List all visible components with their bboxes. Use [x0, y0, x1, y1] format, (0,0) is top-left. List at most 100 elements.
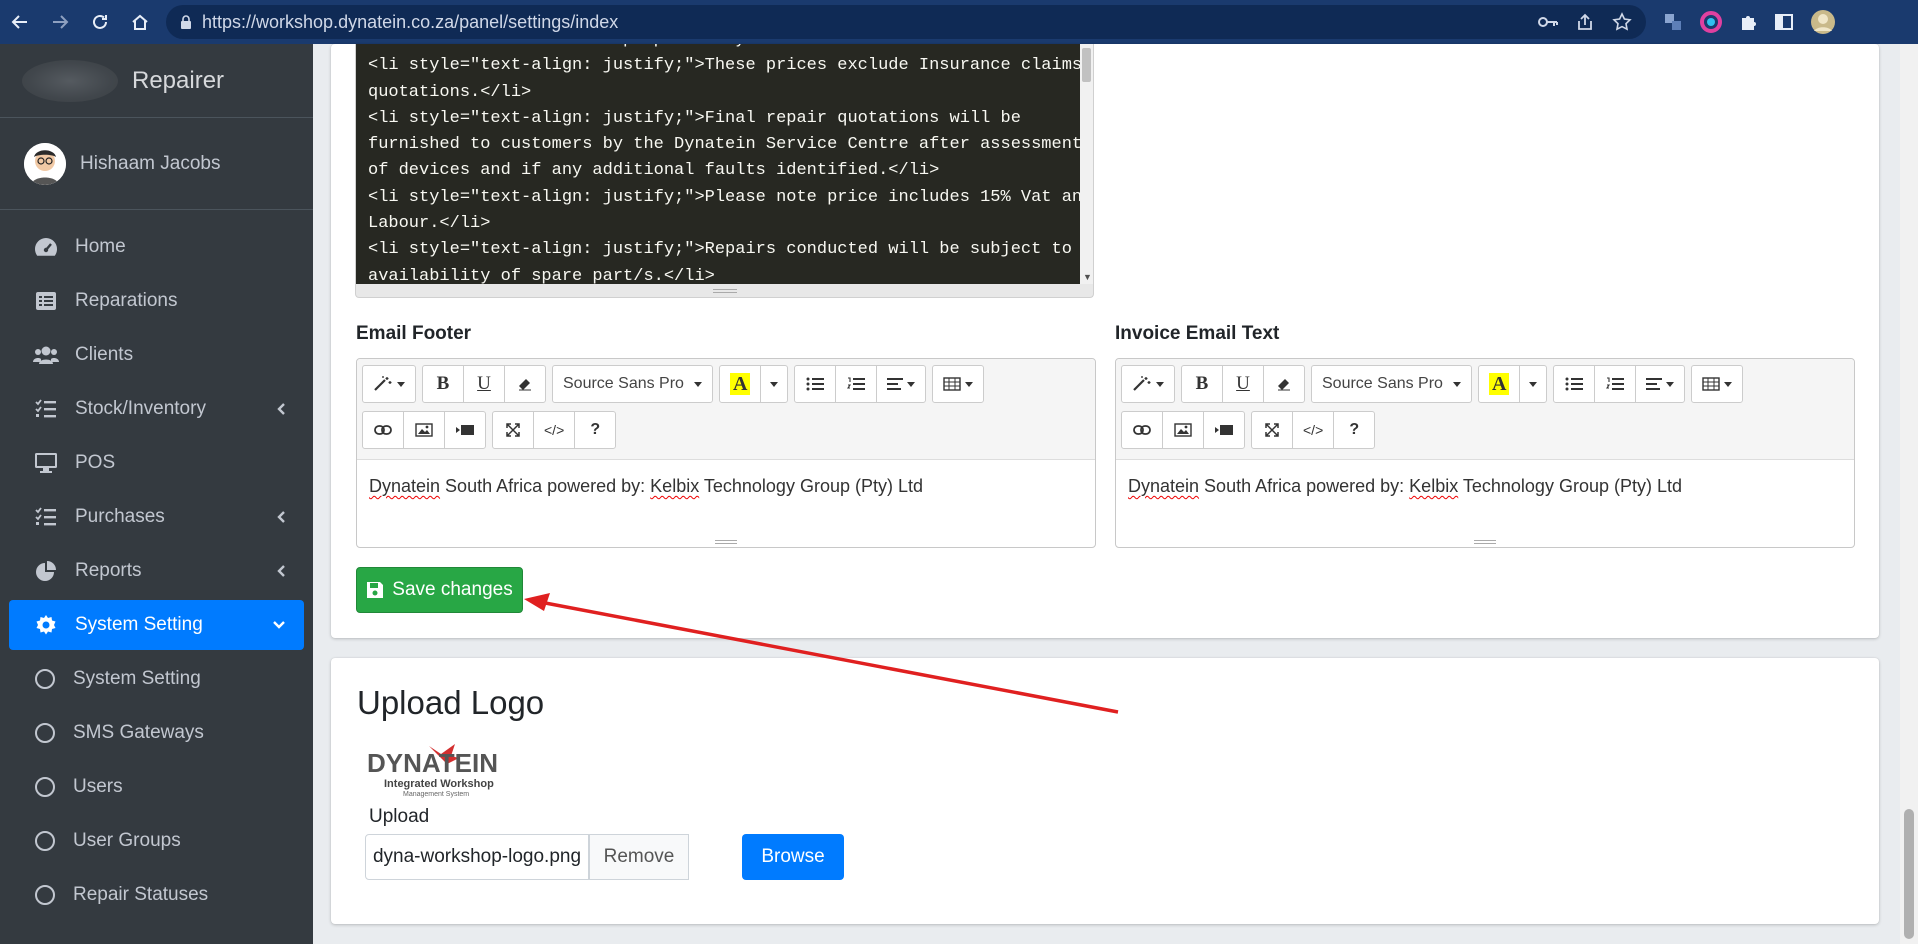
email-footer-content[interactable]: Dynatein South Africa powered by: Kelbix… [357, 460, 1095, 513]
editor-resize-handle[interactable] [715, 540, 737, 544]
eraser-button[interactable] [504, 365, 546, 403]
circle-icon [33, 666, 57, 692]
underline-label: U [477, 373, 491, 394]
editor-toolbar: B U Source Sans Pro A </> ? [357, 359, 1095, 460]
eraser-button[interactable] [1263, 365, 1305, 403]
link-icon [1133, 424, 1151, 436]
sidebar-item-label: POS [75, 452, 116, 473]
code-line: <li style="text-align: justify;">Repairs… [368, 240, 1072, 260]
help-button[interactable]: ? [574, 411, 617, 449]
text-color-button[interactable]: A [718, 365, 762, 403]
list-icon [33, 288, 59, 314]
file-name-field[interactable]: dyna-workshop-logo.png [365, 834, 589, 880]
page-scrollbar-thumb[interactable] [1904, 809, 1914, 939]
fullscreen-button[interactable] [492, 411, 534, 449]
numbered-list-button[interactable] [1594, 365, 1637, 403]
sidebar-item-reports[interactable]: Reports [9, 546, 304, 596]
logo-subtitle-1: Integrated Workshop [384, 778, 494, 790]
paragraph-align-button[interactable] [1635, 365, 1686, 403]
video-button[interactable] [444, 411, 486, 449]
link-button[interactable] [362, 411, 404, 449]
text-segment: Kelbix [1409, 476, 1459, 496]
back-button[interactable] [0, 0, 40, 44]
browse-button[interactable]: Browse [742, 834, 844, 880]
star-icon[interactable] [1612, 12, 1632, 32]
colorful-extension-icon[interactable] [1700, 11, 1722, 33]
puzzle-icon[interactable] [1738, 12, 1758, 32]
sidebar-item-pos[interactable]: POS [9, 438, 304, 488]
font-family-dropdown[interactable]: Source Sans Pro [552, 365, 713, 403]
numbered-list-button[interactable] [835, 365, 878, 403]
sidebar-subitem-repair-statuses[interactable]: Repair Statuses [9, 870, 304, 920]
image-button[interactable] [403, 411, 445, 449]
sidebar-subitem-user-groups[interactable]: User Groups [9, 816, 304, 866]
fullscreen-button[interactable] [1251, 411, 1293, 449]
table-icon [943, 377, 962, 391]
bullet-list-button[interactable] [794, 365, 837, 403]
underline-button[interactable]: U [1222, 365, 1264, 403]
magic-style-button[interactable] [362, 365, 416, 403]
scroll-down-arrow-icon[interactable]: ▼ [1083, 272, 1092, 282]
html-code-editor[interactable]: Models are for reference purpose only an… [355, 44, 1094, 298]
text-segment: Dynatein [369, 476, 441, 496]
color-dropdown-button[interactable] [760, 365, 789, 403]
user-avatar [24, 142, 66, 185]
editor-resize-handle[interactable] [1474, 540, 1496, 544]
page-scrollbar[interactable] [1900, 44, 1918, 944]
code-view[interactable]: Models are for reference purpose only an… [356, 44, 1082, 284]
gear-icon [33, 612, 59, 638]
color-dropdown-button[interactable] [1519, 365, 1548, 403]
image-icon [1174, 423, 1192, 437]
sidebar-subitem-system-setting[interactable]: System Setting [9, 654, 304, 704]
brand-link[interactable]: Repairer [0, 44, 313, 118]
help-button[interactable]: ? [1333, 411, 1376, 449]
sidebar-item-home[interactable]: Home [9, 222, 304, 272]
tasks-icon [33, 504, 59, 530]
code-scrollbar[interactable]: ▼ [1080, 44, 1093, 284]
invoice-email-content[interactable]: Dynatein South Africa powered by: Kelbix… [1116, 460, 1854, 513]
profile-avatar-icon[interactable] [1810, 9, 1836, 35]
sidebar-subitem-sms-gateways[interactable]: SMS Gateways [9, 708, 304, 758]
magic-wand-icon [373, 376, 393, 392]
link-button[interactable] [1121, 411, 1163, 449]
bullet-list-button[interactable] [1553, 365, 1596, 403]
forward-button[interactable] [40, 0, 80, 44]
table-button[interactable] [932, 365, 985, 403]
font-family-dropdown[interactable]: Source Sans Pro [1311, 365, 1472, 403]
code-view-button[interactable]: </> [1292, 411, 1335, 449]
code-scrollbar-thumb[interactable] [1082, 48, 1091, 82]
video-button[interactable] [1203, 411, 1245, 449]
sidebar: Repairer Hishaam Jacobs Home Reparations… [0, 44, 313, 944]
save-changes-label: Save changes [392, 579, 513, 600]
bold-button[interactable]: B [1181, 365, 1223, 403]
key-icon[interactable] [1538, 15, 1558, 29]
sidebar-item-purchases[interactable]: Purchases [9, 492, 304, 542]
remove-button[interactable]: Remove [589, 834, 689, 880]
sidepanel-icon[interactable] [1774, 12, 1794, 32]
reload-button[interactable] [80, 0, 120, 44]
bold-button[interactable]: B [422, 365, 464, 403]
unordered-list-icon [806, 377, 825, 391]
paragraph-align-button[interactable] [876, 365, 927, 403]
share-icon[interactable] [1576, 13, 1594, 31]
underline-button[interactable]: U [463, 365, 505, 403]
sidebar-item-stock-inventory[interactable]: Stock/Inventory [9, 384, 304, 434]
text-color-button[interactable]: A [1477, 365, 1521, 403]
address-bar[interactable]: https://workshop.dynatein.co.za/panel/se… [166, 5, 1646, 39]
magic-style-button[interactable] [1121, 365, 1175, 403]
home-button[interactable] [120, 0, 160, 44]
code-view-button[interactable]: </> [533, 411, 576, 449]
user-panel[interactable]: Hishaam Jacobs [0, 118, 313, 210]
sidebar-item-system-setting[interactable]: System Setting [9, 600, 304, 650]
sidebar-item-clients[interactable]: Clients [9, 330, 304, 380]
text-segment: Technology Group (Pty) Ltd [1458, 476, 1682, 496]
sidebar-item-reparations[interactable]: Reparations [9, 276, 304, 326]
extension-puzzle-blue-icon[interactable] [1662, 11, 1684, 33]
table-button[interactable] [1691, 365, 1744, 403]
sidebar-subitem-users[interactable]: Users [9, 762, 304, 812]
image-button[interactable] [1162, 411, 1204, 449]
editor-resize-handle[interactable] [712, 289, 737, 293]
circle-icon [33, 882, 57, 908]
save-changes-button[interactable]: Save changes [356, 567, 523, 613]
unordered-list-icon [1565, 377, 1584, 391]
